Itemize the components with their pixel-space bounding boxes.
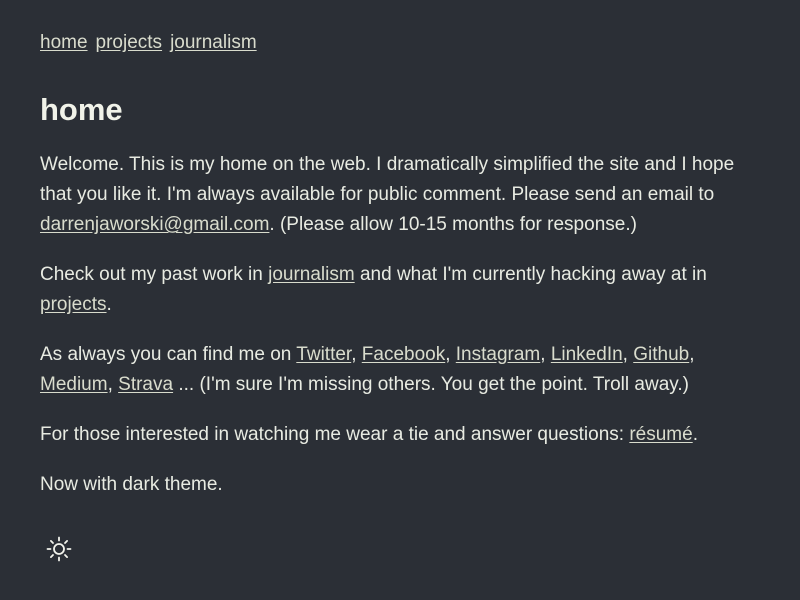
resume-tail: . xyxy=(692,424,698,445)
social-separator: , xyxy=(445,344,456,365)
medium-link[interactable]: Medium xyxy=(40,374,108,395)
work-middle-text: and what I'm currently hacking away at i… xyxy=(354,264,707,285)
github-link[interactable]: Github xyxy=(633,344,689,365)
strava-link[interactable]: Strava xyxy=(118,374,173,395)
theme-toggle-button[interactable] xyxy=(46,536,72,562)
social-tail-text: ... (I'm sure I'm missing others. You ge… xyxy=(173,374,689,395)
social-separator: , xyxy=(540,344,551,365)
work-paragraph: Check out my past work in journalism and… xyxy=(40,260,760,320)
projects-link[interactable]: projects xyxy=(40,294,107,315)
dark-theme-paragraph: Now with dark theme. xyxy=(40,474,223,495)
response-time-text: . (Please allow 10-15 months for respons… xyxy=(269,214,637,235)
sun-icon xyxy=(46,536,72,562)
page-title: home xyxy=(40,92,123,127)
work-end-text: . xyxy=(106,294,112,315)
nav-home-link[interactable]: home xyxy=(40,28,88,58)
facebook-link[interactable]: Facebook xyxy=(362,344,445,365)
social-separator: , xyxy=(107,374,119,395)
work-intro-text: Check out my past work in xyxy=(40,264,269,285)
resume-paragraph: For those interested in watching me wear… xyxy=(40,420,760,450)
social-separator: , xyxy=(689,344,695,365)
social-separator: , xyxy=(351,344,362,365)
social-paragraph: As always you can find me on Twitter, Fa… xyxy=(40,340,760,400)
nav-projects-link[interactable]: projects xyxy=(96,28,163,58)
instagram-link[interactable]: Instagram xyxy=(456,344,540,365)
journalism-link[interactable]: journalism xyxy=(268,264,355,285)
welcome-text: Welcome. This is my home on the web. I d… xyxy=(40,154,735,205)
welcome-paragraph: Welcome. This is my home on the web. I d… xyxy=(40,150,760,240)
top-nav: home projects journalism xyxy=(40,28,257,58)
email-link[interactable]: darrenjaworski@gmail.com xyxy=(40,214,269,235)
main-content: Welcome. This is my home on the web. I d… xyxy=(40,150,760,520)
social-separator: , xyxy=(622,344,634,365)
linkedin-link[interactable]: LinkedIn xyxy=(551,344,623,365)
nav-journalism-link[interactable]: journalism xyxy=(170,28,257,58)
social-lead-text: As always you can find me on xyxy=(40,344,297,365)
page: home projects journalism home Welcome. T… xyxy=(0,0,800,600)
resume-link[interactable]: résumé xyxy=(629,424,692,445)
resume-text: For those interested in watching me wear… xyxy=(40,424,630,445)
twitter-link[interactable]: Twitter xyxy=(296,344,351,365)
